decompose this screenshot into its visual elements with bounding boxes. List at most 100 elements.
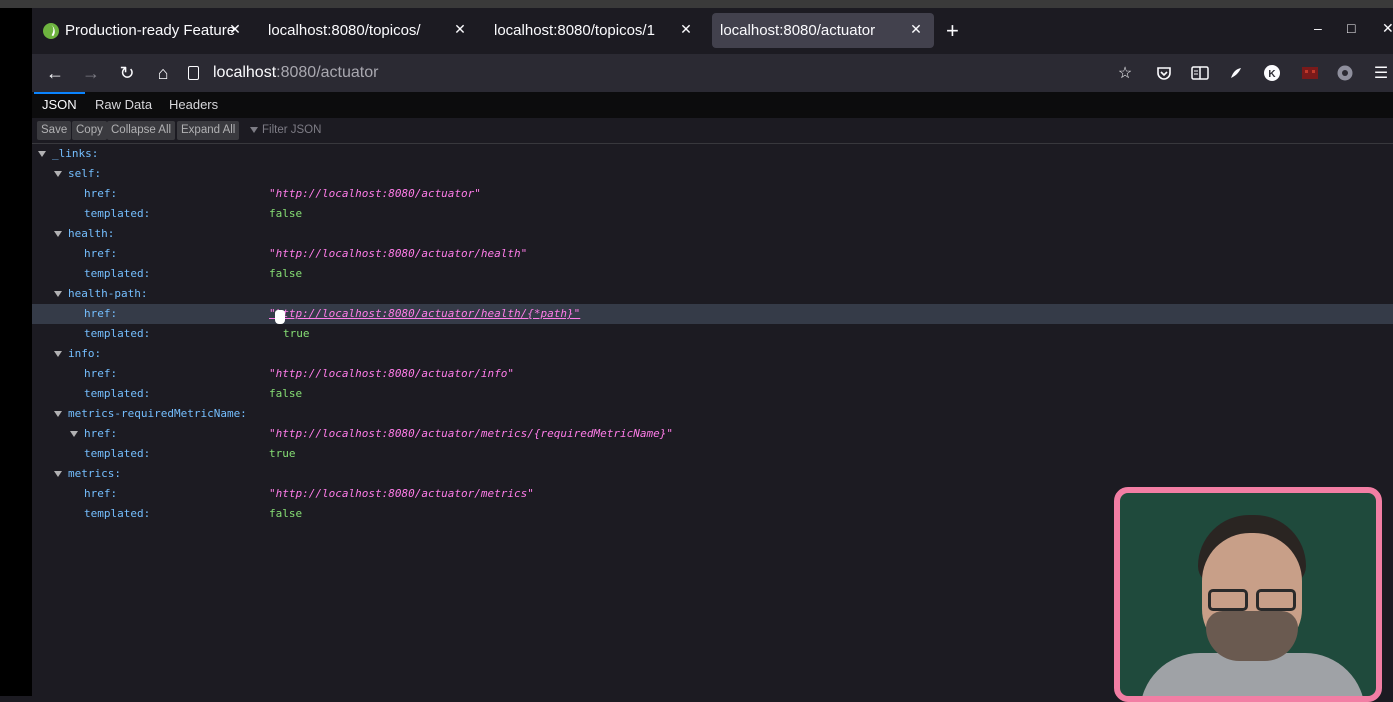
json-key[interactable]: health-path:	[54, 284, 147, 304]
tab-bar: Production-ready Features ✕ localhost:80…	[32, 8, 1393, 54]
expand-toggle-icon[interactable]	[54, 411, 62, 417]
json-key[interactable]: self:	[54, 164, 101, 184]
copy-button[interactable]: Copy	[72, 121, 107, 140]
collapse-all-button[interactable]: Collapse All	[107, 121, 176, 140]
tree-row-highlighted[interactable]: href: "http://localhost:8080/actuator/he…	[32, 304, 1393, 324]
json-key[interactable]: health:	[54, 224, 114, 244]
json-key[interactable]: href:	[70, 424, 117, 444]
expand-toggle-icon[interactable]	[70, 431, 78, 437]
tree-row[interactable]: health-path:	[32, 284, 1393, 304]
minimize-button[interactable]: –	[1314, 20, 1322, 36]
filter-placeholder: Filter JSON	[262, 124, 322, 136]
tree-row[interactable]: href: "http://localhost:8080/actuator"	[32, 184, 1393, 204]
tree-row[interactable]: health:	[32, 224, 1393, 244]
json-key: href:	[84, 487, 118, 500]
tree-row[interactable]: href: "http://localhost:8080/actuator/in…	[32, 364, 1393, 384]
json-key[interactable]: _links:	[38, 144, 98, 164]
json-key[interactable]: metrics:	[54, 464, 121, 484]
json-boolean-value: true	[269, 447, 296, 460]
json-boolean-value: true	[283, 327, 310, 340]
json-viewer-toolbar: Save Copy Collapse All Expand All Filter…	[32, 118, 1393, 144]
key-label: info:	[68, 347, 102, 360]
tab-production-ready-features[interactable]: Production-ready Features ✕	[35, 13, 253, 48]
extension-icon[interactable]	[1225, 62, 1247, 84]
filter-json-input[interactable]: Filter JSON	[250, 121, 321, 140]
json-viewer-tabs: JSON Raw Data Headers	[32, 92, 1393, 118]
json-key[interactable]: info:	[54, 344, 101, 364]
url-bar[interactable]: localhost :8080/actuator	[188, 58, 1108, 88]
tab-label: localhost:8080/actuator	[720, 22, 876, 39]
reload-icon[interactable]: ↻	[114, 60, 140, 86]
tree-row[interactable]: _links:	[32, 144, 1393, 164]
reader-view-icon[interactable]	[1189, 62, 1211, 84]
json-string-value[interactable]: "http://localhost:8080/actuator"	[269, 184, 481, 204]
expand-toggle-icon[interactable]	[38, 151, 46, 157]
tab-actuator[interactable]: localhost:8080/actuator ✕	[712, 13, 934, 48]
window-close-button[interactable]: ✕	[1382, 20, 1393, 37]
json-key: href:	[84, 187, 118, 200]
tree-row[interactable]: href: "http://localhost:8080/actuator/me…	[32, 424, 1393, 444]
expand-all-button[interactable]: Expand All	[177, 121, 240, 140]
json-string-value[interactable]: "http://localhost:8080/actuator/metrics"	[269, 484, 534, 504]
tree-row[interactable]: templated: true	[32, 444, 1393, 464]
tree-row[interactable]: templated: true	[32, 324, 1393, 344]
menu-icon[interactable]: ☰	[1370, 62, 1392, 84]
page-icon	[188, 66, 199, 80]
home-icon[interactable]: ⌂	[150, 60, 176, 86]
tree-row[interactable]: info:	[32, 344, 1393, 364]
json-boolean-value: false	[269, 507, 303, 520]
new-tab-button[interactable]: +	[946, 18, 959, 44]
expand-toggle-icon[interactable]	[54, 231, 62, 237]
tab-topicos[interactable]: localhost:8080/topicos/ ✕	[260, 13, 478, 48]
tab-headers[interactable]: Headers	[161, 92, 226, 118]
tab-label: localhost:8080/topicos/1	[494, 22, 655, 39]
key-label: metrics-requiredMetricName:	[68, 407, 247, 420]
forward-arrow-icon[interactable]: →	[78, 60, 104, 86]
expand-toggle-icon[interactable]	[54, 171, 62, 177]
key-label: health-path:	[68, 287, 148, 300]
pocket-icon[interactable]	[1153, 62, 1175, 84]
close-tab-icon[interactable]: ✕	[678, 21, 694, 38]
json-key: templated:	[84, 507, 151, 520]
tree-row[interactable]: metrics:	[32, 464, 1393, 484]
expand-toggle-icon[interactable]	[54, 351, 62, 357]
maximize-button[interactable]: □	[1347, 20, 1355, 36]
json-key: href:	[84, 247, 118, 260]
presenter-beard	[1206, 611, 1298, 661]
tab-json[interactable]: JSON	[34, 92, 85, 118]
tree-row[interactable]: href: "http://localhost:8080/actuator/he…	[32, 244, 1393, 264]
json-string-value[interactable]: "http://localhost:8080/actuator/metrics/…	[269, 424, 673, 444]
top-strip	[0, 0, 1393, 8]
url-host: localhost	[213, 64, 277, 81]
url-path: :8080/actuator	[276, 64, 379, 81]
close-tab-icon[interactable]: ✕	[227, 21, 243, 38]
account-icon[interactable]: K	[1261, 62, 1283, 84]
filter-icon	[250, 126, 258, 133]
extension-red-icon[interactable]	[1299, 62, 1321, 84]
bookmark-star-icon[interactable]: ☆	[1114, 62, 1136, 84]
close-tab-icon[interactable]: ✕	[908, 21, 924, 38]
tab-raw-data[interactable]: Raw Data	[87, 92, 160, 118]
expand-toggle-icon[interactable]	[54, 471, 62, 477]
tab-label: localhost:8080/topicos/	[268, 22, 421, 39]
tree-row[interactable]: templated: false	[32, 204, 1393, 224]
expand-toggle-icon[interactable]	[54, 291, 62, 297]
key-label: metrics:	[68, 467, 121, 480]
json-string-value[interactable]: "http://localhost:8080/actuator/health/{…	[269, 304, 580, 324]
tree-row[interactable]: templated: false	[32, 384, 1393, 404]
back-arrow-icon[interactable]: ←	[42, 60, 68, 86]
extension-gray-icon[interactable]	[1334, 62, 1356, 84]
save-button[interactable]: Save	[37, 121, 72, 140]
tree-row[interactable]: self:	[32, 164, 1393, 184]
json-string-value[interactable]: "http://localhost:8080/actuator/info"	[269, 364, 514, 384]
json-string-value[interactable]: "http://localhost:8080/actuator/health"	[269, 244, 527, 264]
tab-label: Production-ready Features	[65, 22, 235, 39]
key-label: href:	[84, 427, 118, 440]
json-key[interactable]: metrics-requiredMetricName:	[54, 404, 247, 424]
json-key: templated:	[84, 207, 151, 220]
tree-row[interactable]: templated: false	[32, 264, 1393, 284]
close-tab-icon[interactable]: ✕	[452, 21, 468, 38]
json-key: templated:	[84, 267, 151, 280]
tab-topicos-1[interactable]: localhost:8080/topicos/1 ✕	[486, 13, 704, 48]
tree-row[interactable]: metrics-requiredMetricName:	[32, 404, 1393, 424]
